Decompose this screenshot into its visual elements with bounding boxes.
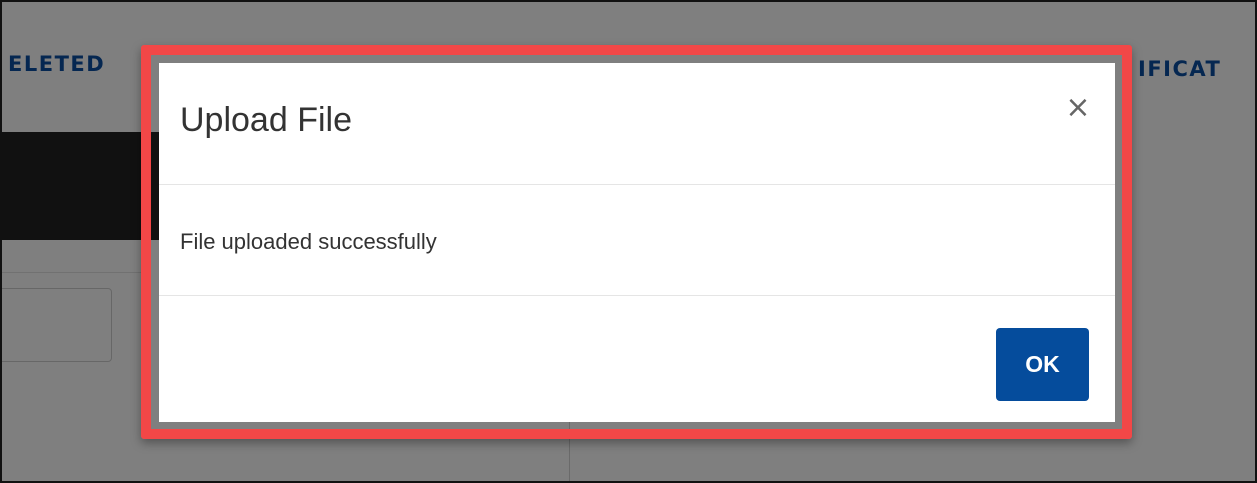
upload-file-dialog: Upload File × File uploaded successfully… — [159, 63, 1115, 422]
close-icon[interactable]: × — [1063, 91, 1093, 125]
dialog-message: File uploaded successfully — [180, 229, 437, 254]
dialog-title: Upload File — [180, 101, 352, 139]
dialog-footer: OK — [159, 296, 1115, 422]
ok-button[interactable]: OK — [996, 328, 1089, 401]
dialog-header: Upload File × — [159, 63, 1115, 185]
screenshot-frame: ELETED IFICAT Upload File × File uploade… — [0, 0, 1257, 483]
dialog-body: File uploaded successfully — [159, 185, 1115, 296]
